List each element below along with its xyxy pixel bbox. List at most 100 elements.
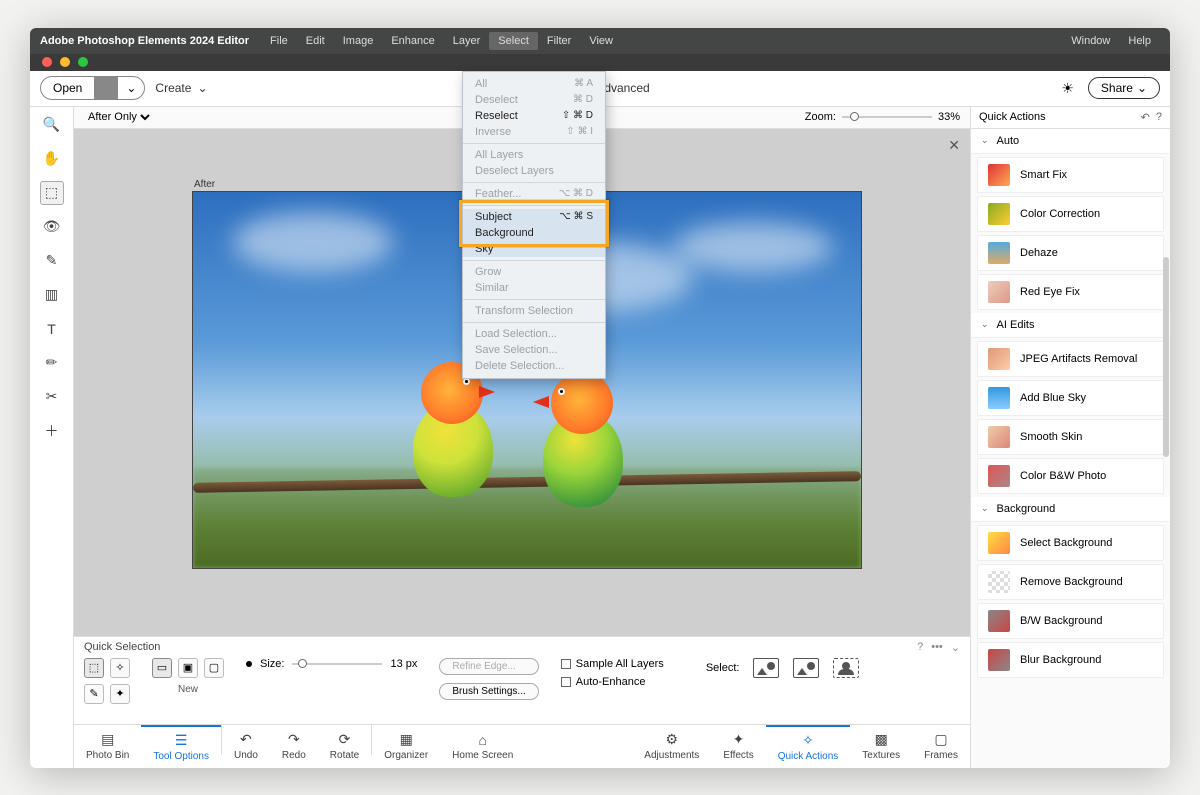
menu-item-deselect: Deselect⌘ D bbox=[463, 92, 605, 108]
eye-tool-icon[interactable]: 👁 bbox=[40, 215, 64, 239]
chevron-down-icon[interactable]: ⌄ bbox=[118, 77, 144, 99]
bottom-textures[interactable]: ▩Textures bbox=[850, 725, 912, 768]
menu-filter[interactable]: Filter bbox=[538, 32, 580, 50]
menu-file[interactable]: File bbox=[261, 32, 297, 50]
menu-item-sky[interactable]: Sky bbox=[463, 241, 605, 257]
section-background[interactable]: ⌄Background bbox=[971, 497, 1170, 522]
zoom-label: Zoom: bbox=[805, 111, 836, 123]
auto-enhance-checkbox[interactable]: Auto-Enhance bbox=[561, 676, 664, 688]
menu-help[interactable]: Help bbox=[1119, 32, 1160, 50]
quick-selection-tool-icon[interactable]: ⬚ bbox=[40, 181, 64, 205]
quick-action-smart-fix[interactable]: Smart Fix bbox=[977, 157, 1164, 193]
type-tool-icon[interactable]: T bbox=[40, 317, 64, 341]
quick-action-dehaze[interactable]: Dehaze bbox=[977, 235, 1164, 271]
menu-item-background[interactable]: Background bbox=[463, 225, 605, 241]
scrollbar[interactable] bbox=[1163, 257, 1169, 457]
refine-edge-button[interactable]: Refine Edge... bbox=[439, 658, 538, 675]
quick-action-blur-background[interactable]: Blur Background bbox=[977, 642, 1164, 678]
bottom-redo[interactable]: ↷Redo bbox=[270, 725, 318, 768]
thumbnail-icon bbox=[988, 203, 1010, 225]
undo-icon[interactable]: ↶ bbox=[1141, 111, 1150, 124]
quick-action-color-b-w-photo[interactable]: Color B&W Photo bbox=[977, 458, 1164, 494]
menu-view[interactable]: View bbox=[580, 32, 622, 50]
chevron-down-icon: ⌄ bbox=[1137, 81, 1147, 95]
menu-item-transform-selection: Transform Selection bbox=[463, 303, 605, 319]
quick-action-b-w-background[interactable]: B/W Background bbox=[977, 603, 1164, 639]
thumbnail-icon bbox=[988, 281, 1010, 303]
menu-item-subject[interactable]: Subject⌥ ⌘ S bbox=[463, 209, 605, 225]
app-window: Adobe Photoshop Elements 2024 Editor Fil… bbox=[30, 28, 1170, 768]
help-icon[interactable]: ? bbox=[917, 641, 923, 653]
bottom-quick-actions[interactable]: ✧Quick Actions bbox=[766, 725, 851, 768]
bottom-adjustments[interactable]: ⚙Adjustments bbox=[632, 725, 711, 768]
bottom-undo[interactable]: ↶Undo bbox=[222, 725, 270, 768]
selection-subtract-icon[interactable]: ✎ bbox=[84, 684, 104, 704]
quick-action-red-eye-fix[interactable]: Red Eye Fix bbox=[977, 274, 1164, 310]
selection-new-icon[interactable]: ⬚ bbox=[84, 658, 104, 678]
view-mode-select[interactable]: After Only bbox=[84, 110, 153, 124]
zoom-slider[interactable] bbox=[842, 116, 932, 118]
mode-sub-icon[interactable]: ▢ bbox=[204, 658, 224, 678]
selection-intersect-icon[interactable]: ✦ bbox=[110, 684, 130, 704]
menu-item-similar: Similar bbox=[463, 280, 605, 296]
open-label: Open bbox=[41, 77, 94, 99]
thumbnail-icon bbox=[988, 610, 1010, 632]
bottom-frames[interactable]: ▢Frames bbox=[912, 725, 970, 768]
mode-label: New bbox=[152, 684, 224, 695]
help-icon[interactable]: ? bbox=[1156, 111, 1162, 124]
mode-add-icon[interactable]: ▣ bbox=[178, 658, 198, 678]
menu-item-grow: Grow bbox=[463, 264, 605, 280]
bottom-effects[interactable]: ✦Effects bbox=[711, 725, 765, 768]
select-sky-icon[interactable] bbox=[793, 658, 819, 678]
bottom-photo-bin[interactable]: ▤Photo Bin bbox=[74, 725, 141, 768]
close-icon[interactable]: ✕ bbox=[948, 137, 960, 154]
menu-item-reselect[interactable]: Reselect⇧ ⌘ D bbox=[463, 108, 605, 124]
close-window[interactable] bbox=[42, 57, 52, 67]
thumbnail-icon bbox=[988, 164, 1010, 186]
share-button[interactable]: Share ⌄ bbox=[1088, 77, 1160, 99]
menu-edit[interactable]: Edit bbox=[297, 32, 334, 50]
more-icon[interactable]: ••• bbox=[931, 641, 943, 653]
minimize-window[interactable] bbox=[60, 57, 70, 67]
menu-item-inverse: Inverse⇧ ⌘ I bbox=[463, 124, 605, 140]
menu-window[interactable]: Window bbox=[1062, 32, 1119, 50]
quick-action-jpeg-artifacts-removal[interactable]: JPEG Artifacts Removal bbox=[977, 341, 1164, 377]
section-ai-edits[interactable]: ⌄AI Edits bbox=[971, 313, 1170, 338]
bottom-organizer[interactable]: ▦Organizer bbox=[372, 725, 440, 768]
thumbnail-icon bbox=[988, 348, 1010, 370]
select-background-icon[interactable] bbox=[833, 658, 859, 678]
photo-tool-icon[interactable]: ▥ bbox=[40, 283, 64, 307]
sample-all-layers-checkbox[interactable]: Sample All Layers bbox=[561, 658, 664, 670]
zoom-window[interactable] bbox=[78, 57, 88, 67]
quick-action-color-correction[interactable]: Color Correction bbox=[977, 196, 1164, 232]
menubar: Adobe Photoshop Elements 2024 Editor Fil… bbox=[30, 28, 1170, 54]
eyedropper-tool-icon[interactable]: ✏ bbox=[40, 351, 64, 375]
bottom-rotate[interactable]: ⟳Rotate bbox=[318, 725, 371, 768]
zoom-tool-icon[interactable]: 🔍 bbox=[40, 113, 64, 137]
brightness-icon[interactable]: ☀ bbox=[1061, 80, 1074, 97]
selection-add-icon[interactable]: ✧ bbox=[110, 658, 130, 678]
create-button[interactable]: Create ⌄ bbox=[155, 81, 207, 95]
menu-image[interactable]: Image bbox=[334, 32, 383, 50]
quick-action-add-blue-sky[interactable]: Add Blue Sky bbox=[977, 380, 1164, 416]
quick-action-remove-background[interactable]: Remove Background bbox=[977, 564, 1164, 600]
menu-select[interactable]: Select bbox=[489, 32, 538, 50]
menu-layer[interactable]: Layer bbox=[444, 32, 490, 50]
size-slider[interactable] bbox=[292, 663, 382, 665]
quick-action-smooth-skin[interactable]: Smooth Skin bbox=[977, 419, 1164, 455]
mode-new-icon[interactable]: ▭ bbox=[152, 658, 172, 678]
brush-tool-icon[interactable]: ✎ bbox=[40, 249, 64, 273]
hand-tool-icon[interactable]: ✋ bbox=[40, 147, 64, 171]
open-button[interactable]: Open ⌄ bbox=[40, 76, 145, 100]
add-tool-icon[interactable]: ＋ bbox=[40, 419, 64, 443]
collapse-icon[interactable]: ⌄ bbox=[951, 641, 960, 654]
menu-enhance[interactable]: Enhance bbox=[382, 32, 443, 50]
bottom-home-screen[interactable]: ⌂Home Screen bbox=[440, 725, 525, 768]
select-subject-icon[interactable] bbox=[753, 658, 779, 678]
section-auto[interactable]: ⌄Auto bbox=[971, 129, 1170, 154]
bottom-tool-options[interactable]: ☰Tool Options bbox=[141, 725, 221, 768]
quick-action-select-background[interactable]: Select Background bbox=[977, 525, 1164, 561]
select-label: Select: bbox=[706, 662, 740, 674]
brush-settings-button[interactable]: Brush Settings... bbox=[439, 683, 538, 700]
crop-tool-icon[interactable]: ✂ bbox=[40, 385, 64, 409]
